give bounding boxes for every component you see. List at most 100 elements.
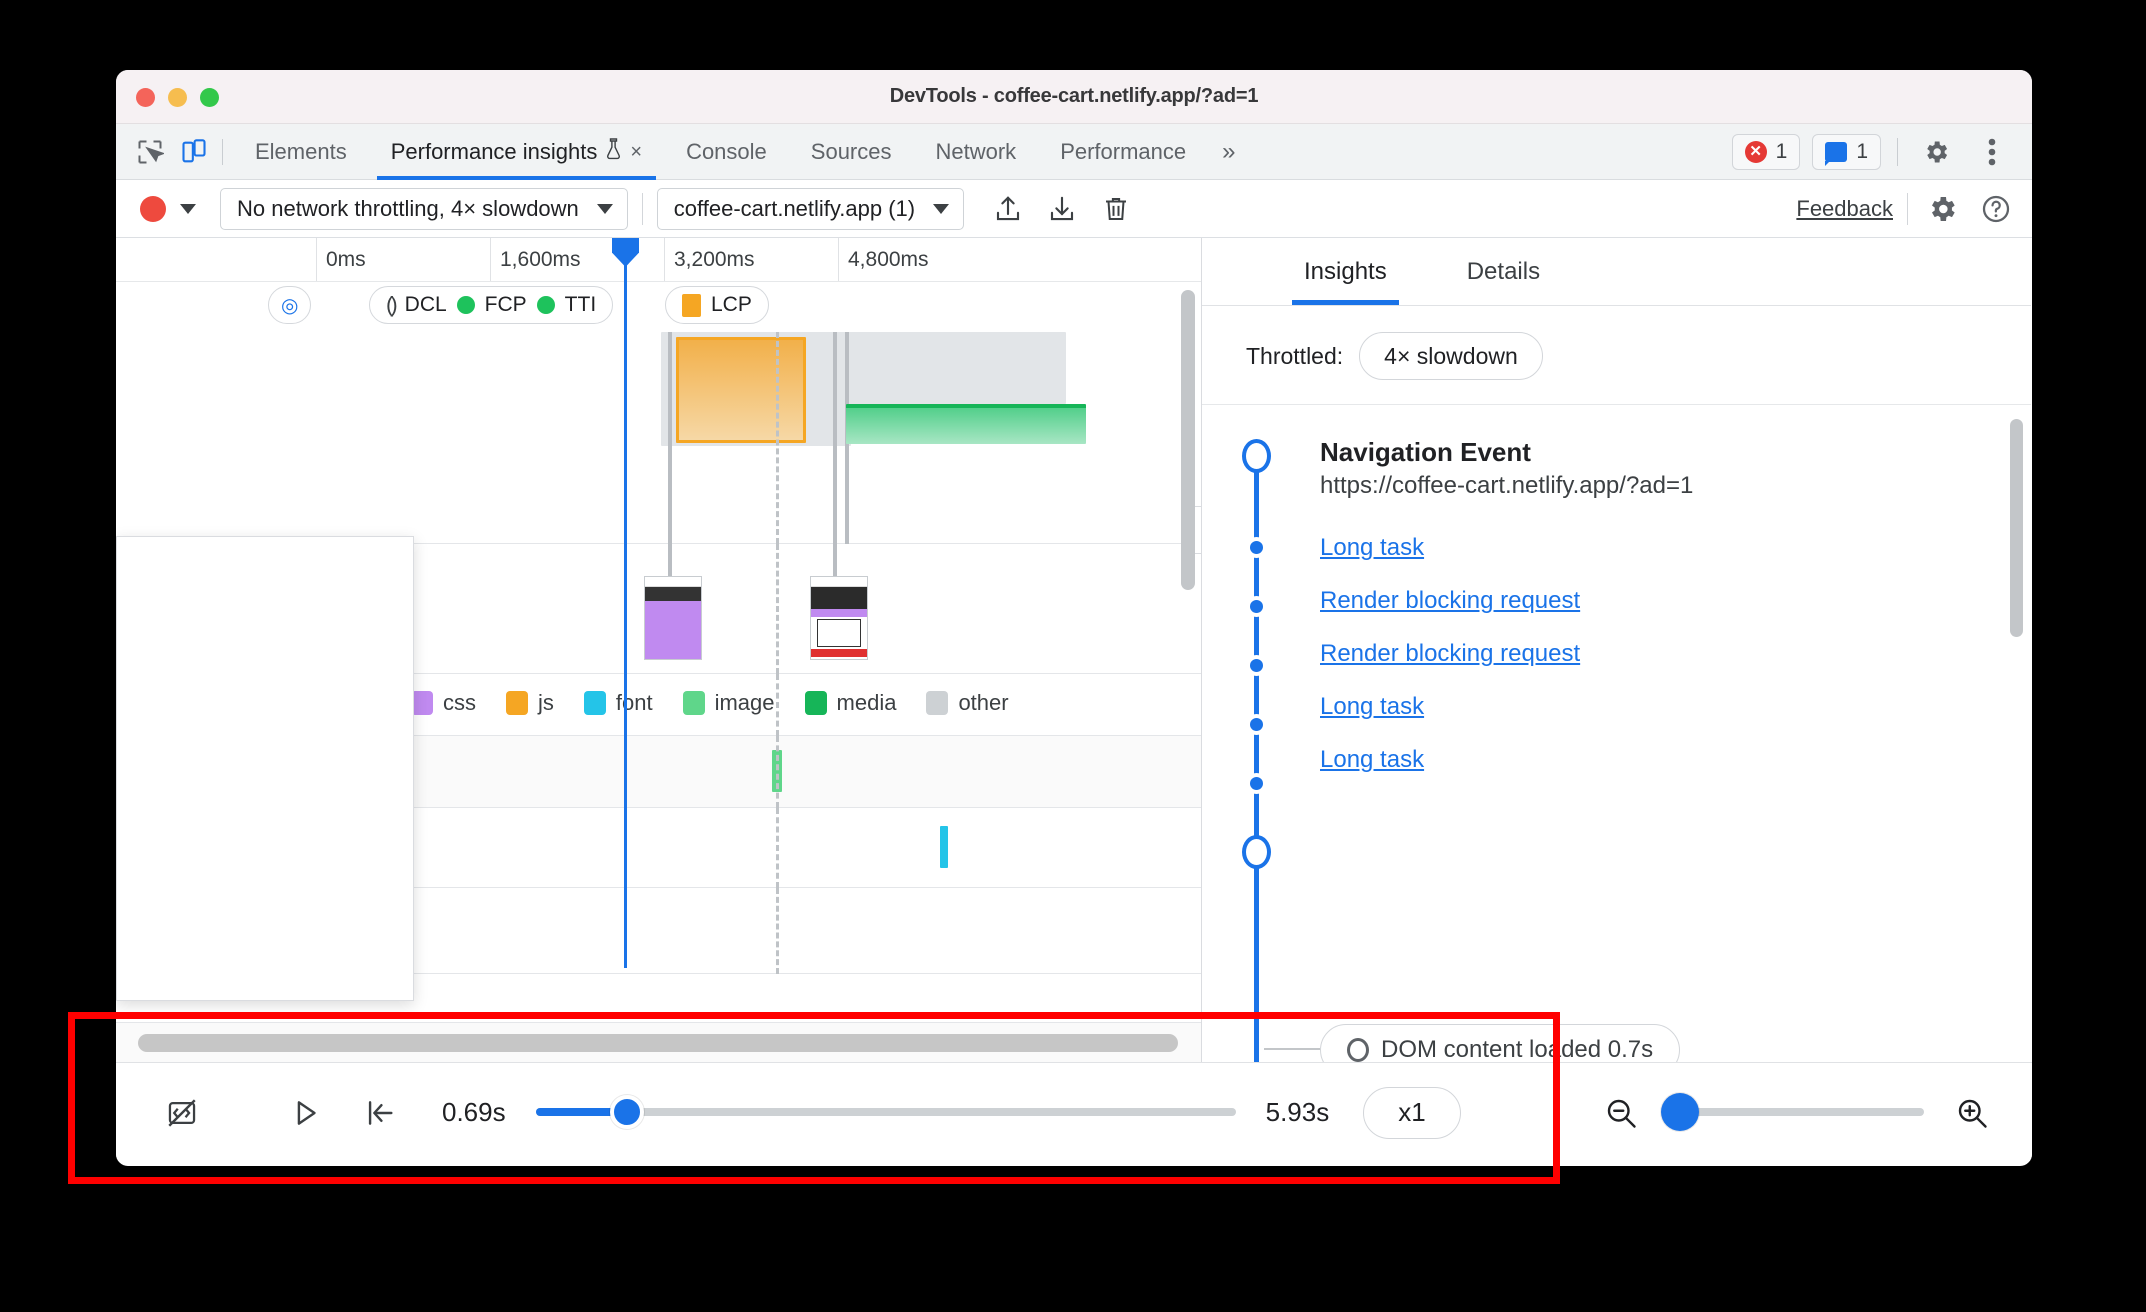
zoom-slider[interactable] [1661,1092,1924,1131]
tab-insights[interactable]: Insights [1264,238,1427,305]
other-color-swatch [926,691,949,715]
dom-content-loaded-label: DOM content loaded 0.7s [1381,1036,1654,1062]
message-count-label: 1 [1856,139,1868,163]
insight-row[interactable]: Render blocking request [1246,640,2031,668]
ruler-tick: 4,800ms [838,238,929,281]
screenshot-thumbnail[interactable] [644,576,702,660]
timeline-horizontal-scrollbar-thumb[interactable] [138,1033,1178,1052]
insight-link-long-task-2[interactable]: Long task [1320,693,1424,721]
timeline-tooltip-popup [116,536,414,1001]
marker-pill-dcl-fcp-tti[interactable]: () DCL FCP TTI [369,286,614,324]
inspect-element-icon[interactable] [128,130,172,174]
scrub-end-time: 5.93s [1265,1097,1330,1127]
scrub-start-time: 0.69s [442,1097,506,1127]
timeline-vertical-scrollbar[interactable] [1181,290,1195,590]
tabbar-divider [222,138,223,165]
tab-network-label: Network [935,138,1017,164]
more-tabs-icon[interactable]: » [1208,138,1249,166]
message-count-badge[interactable]: 1 [1812,133,1881,170]
sidebar-tab-strip: Insights Details [1202,238,2031,306]
timeline-playhead[interactable] [612,238,639,968]
timeline-ruler[interactable]: 0ms 1,600ms 3,200ms 4,800ms [116,238,1201,282]
gear-icon[interactable] [1914,130,1958,174]
marker-pill-partial[interactable]: ◎ [268,286,312,324]
dom-chip-connector [1264,1048,1320,1050]
tab-performance[interactable]: Performance [1038,124,1208,180]
insight-row[interactable]: Render blocking request [1246,587,2031,615]
js-color-swatch [506,691,528,715]
zoom-out-icon[interactable] [1595,1087,1647,1139]
navigation-event-row[interactable]: Navigation Event https://coffee-cart.net… [1246,437,2031,500]
rail-node [1246,773,1267,794]
timeline-pane[interactable]: 0ms 1,600ms 3,200ms 4,800ms ◎ () DCL FCP… [116,238,1202,1062]
tab-details[interactable]: Details [1427,238,1580,305]
tab-network[interactable]: Network [914,124,1039,180]
legend-label: other [958,690,1009,715]
tab-bar: Elements Performance insights × Console … [116,124,2032,180]
tab-performance-insights[interactable]: Performance insights × [369,124,664,180]
play-icon[interactable] [280,1087,332,1139]
zoom-in-icon[interactable] [1946,1087,1998,1139]
navigation-event-title: Navigation Event [1320,437,1531,467]
scrub-slider-knob[interactable] [609,1094,644,1129]
sidebar-vertical-scrollbar[interactable] [2010,419,2023,637]
toolbar-divider-1 [641,192,643,225]
toolbar-divider-2 [1907,192,1908,225]
marker-pill-lcp[interactable]: LCP [665,286,769,324]
legend-label: css [443,690,476,715]
upload-icon[interactable] [988,189,1028,229]
legend-item-image: image [682,690,775,716]
download-icon[interactable] [1042,189,1082,229]
error-count-badge[interactable]: ✕ 1 [1731,133,1801,170]
throttled-value-chip[interactable]: 4× slowdown [1359,332,1543,380]
network-track [116,332,1201,544]
chevron-down-icon [933,203,950,214]
timeline-horizontal-scrollbar-track[interactable] [116,1022,1201,1062]
legend-label: font [615,690,653,715]
feedback-link[interactable]: Feedback [1796,196,1893,222]
record-options-chevron-down-icon[interactable] [180,203,196,214]
insight-link-long-task-1[interactable]: Long task [1320,534,1424,562]
tab-elements[interactable]: Elements [233,124,369,180]
screenshot-thumbnail[interactable] [810,576,868,660]
record-button[interactable] [140,195,166,222]
lcp-icon [682,293,701,317]
timing-partial-icon: ◎ [281,294,299,317]
throttling-select-value: No network throttling, 4× slowdown [237,195,579,221]
legend-label: image [714,690,775,715]
insight-row[interactable]: Long task [1246,534,2031,562]
trash-icon[interactable] [1096,189,1136,229]
insights-sidebar: Insights Details Throttled: 4× slowdown [1202,238,2031,1062]
insight-link-render-blocking-2[interactable]: Render blocking request [1320,640,1580,668]
playhead-dash [776,332,779,544]
page-select[interactable]: coffee-cart.netlify.app (1) [656,187,965,230]
close-icon[interactable]: × [630,142,642,162]
insight-link-long-task-3[interactable]: Long task [1320,746,1424,774]
performance-toolbar: No network throttling, 4× slowdown coffe… [116,180,2032,238]
network-block-other-2 [826,332,1066,404]
insight-row[interactable]: Long task [1246,746,2031,774]
tab-sources[interactable]: Sources [789,124,914,180]
rail-node-dom-loaded [1242,835,1271,869]
marker-lcp-label: LCP [711,293,752,316]
experiment-flask-icon [605,137,622,166]
tab-insights-label: Insights [1304,257,1387,285]
navigation-event-url: https://coffee-cart.netlify.app/?ad=1 [1320,472,1694,499]
throttling-select[interactable]: No network throttling, 4× slowdown [220,187,628,230]
zoom-slider-knob[interactable] [1661,1092,1699,1131]
jump-to-start-icon[interactable] [354,1087,406,1139]
filmstrip-toggle-icon[interactable] [156,1087,208,1139]
insight-row[interactable]: Long task [1246,693,2031,721]
device-toolbar-icon[interactable] [172,130,216,174]
help-icon[interactable] [1976,189,2016,229]
scrub-slider[interactable] [535,1094,1236,1129]
insights-list[interactable]: Navigation Event https://coffee-cart.net… [1202,405,2031,1062]
playback-speed-chip[interactable]: x1 [1363,1086,1461,1139]
three-dot-menu-icon[interactable] [1970,130,2014,174]
insight-link-render-blocking-1[interactable]: Render blocking request [1320,587,1580,615]
playback-control-bar: 0.69s 5.93s x1 [116,1062,2032,1162]
tab-console[interactable]: Console [664,124,789,180]
dom-content-loaded-chip[interactable]: DOM content loaded 0.7s [1320,1024,1681,1062]
settings-gear-icon[interactable] [1922,189,1962,229]
request-connector [833,332,837,544]
